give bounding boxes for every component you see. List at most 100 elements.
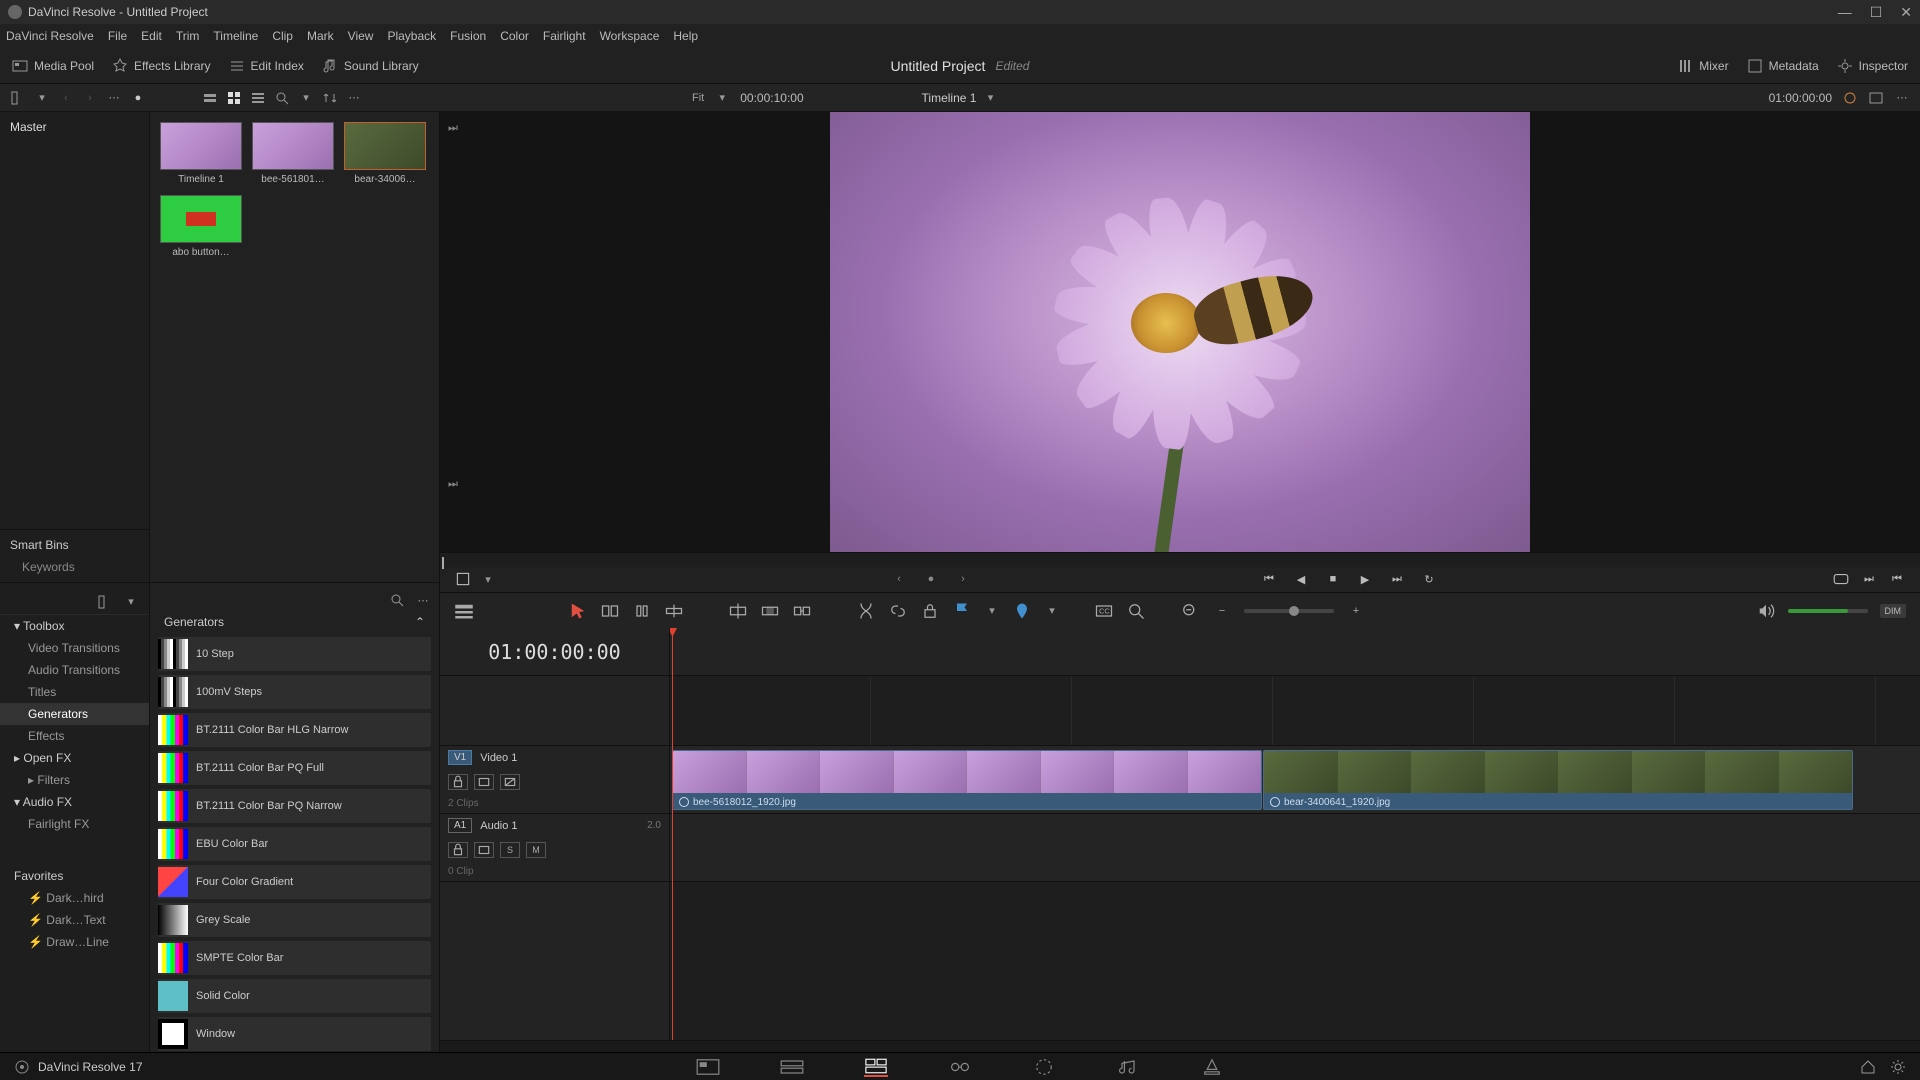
chevron-down-icon[interactable]: ▾ xyxy=(982,90,998,106)
generator-item[interactable]: 100mV Steps xyxy=(158,675,431,709)
generator-item[interactable]: Window xyxy=(158,1017,431,1051)
chevron-down-icon[interactable]: ▾ xyxy=(34,90,50,106)
find-icon[interactable] xyxy=(1126,601,1146,621)
timeline-tracks[interactable]: bee-5618012_1920.jpg bear-3400641_1920.j… xyxy=(670,628,1920,1040)
zoom-minus-icon[interactable]: − xyxy=(1212,601,1232,621)
project-settings-icon[interactable] xyxy=(1890,1059,1906,1075)
menu-edit[interactable]: Edit xyxy=(141,29,162,43)
viewer-canvas[interactable]: ⏭ xyxy=(440,112,1920,552)
audio-track-header[interactable]: A1Audio 12.0 S M 0 Clip xyxy=(440,814,669,882)
master-bin[interactable]: Master xyxy=(10,120,139,134)
fit-dropdown[interactable]: Fit xyxy=(692,92,704,104)
clip-thumb[interactable]: bee-561801… xyxy=(252,122,334,185)
menu-workspace[interactable]: Workspace xyxy=(600,29,660,43)
zoom-slider[interactable] xyxy=(1244,609,1334,613)
timeline-name[interactable]: Timeline 1 xyxy=(922,91,977,105)
v1-badge[interactable]: V1 xyxy=(448,750,472,765)
insert-clip-icon[interactable] xyxy=(728,601,748,621)
menu-file[interactable]: File xyxy=(108,29,127,43)
step-back-button[interactable]: ◀ xyxy=(1292,570,1310,588)
blade-all-icon[interactable] xyxy=(856,601,876,621)
menu-fairlight[interactable]: Fairlight xyxy=(543,29,586,43)
video-track-1[interactable]: bee-5618012_1920.jpg bear-3400641_1920.j… xyxy=(670,746,1920,814)
fx-list-title[interactable]: Generators⌃ xyxy=(158,611,431,633)
fx-cat-titles[interactable]: Titles xyxy=(0,681,149,703)
fairlight-page-icon[interactable] xyxy=(1116,1057,1140,1077)
chevron-down-icon[interactable]: ▾ xyxy=(984,603,1000,619)
loop-button[interactable]: ↻ xyxy=(1420,570,1438,588)
generator-item[interactable]: Four Color Gradient xyxy=(158,865,431,899)
menu-view[interactable]: View xyxy=(348,29,374,43)
fx-cat-openfx[interactable]: ▸ Open FX xyxy=(0,747,149,769)
skip-first-icon[interactable]: ⏭ xyxy=(448,122,462,136)
cut-page-icon[interactable] xyxy=(780,1057,804,1077)
fx-cat-audiofx[interactable]: ▾ Audio FX xyxy=(0,791,149,813)
timeline-scrollbar[interactable] xyxy=(440,1040,1920,1052)
chevron-down-icon[interactable]: ▾ xyxy=(123,594,139,610)
media-pool-tab[interactable]: Media Pool xyxy=(12,58,94,74)
chevron-down-icon[interactable]: ▾ xyxy=(480,571,496,587)
link-icon[interactable] xyxy=(888,601,908,621)
fx-fav-item[interactable]: ⚡ Dark…hird xyxy=(0,887,149,909)
a1-badge[interactable]: A1 xyxy=(448,818,472,833)
fx-cat-audio-transitions[interactable]: Audio Transitions xyxy=(0,659,149,681)
more-icon[interactable]: ⋯ xyxy=(106,90,122,106)
menu-timeline[interactable]: Timeline xyxy=(213,29,258,43)
generator-item[interactable]: EBU Color Bar xyxy=(158,827,431,861)
trim-tool-icon[interactable] xyxy=(600,601,620,621)
caption-icon[interactable]: CC xyxy=(1094,601,1114,621)
media-page-icon[interactable] xyxy=(696,1057,720,1077)
lock-icon[interactable] xyxy=(448,842,468,858)
clip-thumb[interactable]: bear-34006… xyxy=(344,122,426,185)
single-viewer-icon[interactable] xyxy=(1868,90,1884,106)
smart-bins-header[interactable]: Smart Bins xyxy=(10,538,139,552)
home-icon[interactable] xyxy=(1860,1059,1876,1075)
video-track-header[interactable]: V1Video 1 2 Clips xyxy=(440,746,669,814)
generator-item[interactable]: 10 Step xyxy=(158,637,431,671)
zoom-plus-icon[interactable]: + xyxy=(1346,601,1366,621)
next-clip-icon[interactable]: › xyxy=(954,570,972,588)
record-timecode[interactable]: 01:00:00:00 xyxy=(1769,91,1832,105)
chevron-down-icon[interactable]: ▾ xyxy=(1044,603,1060,619)
stop-button[interactable]: ■ xyxy=(1324,570,1342,588)
clip-thumb[interactable]: Timeline 1 xyxy=(160,122,242,185)
mute-button[interactable]: M xyxy=(526,842,546,858)
edit-index-tab[interactable]: Edit Index xyxy=(229,58,304,74)
bin-view-icon[interactable] xyxy=(10,90,26,106)
list-view-icon[interactable] xyxy=(250,90,266,106)
loop-icon[interactable] xyxy=(1842,90,1858,106)
fx-cat-effects[interactable]: Effects xyxy=(0,725,149,747)
edit-page-icon[interactable] xyxy=(864,1057,888,1077)
mixer-tab[interactable]: Mixer xyxy=(1677,58,1728,74)
smart-bin-keywords[interactable]: Keywords xyxy=(10,560,139,574)
effects-library-tab[interactable]: Effects Library xyxy=(112,58,210,74)
thumb-view-icon[interactable] xyxy=(226,90,242,106)
source-timecode[interactable]: 00:00:10:00 xyxy=(740,91,803,105)
marker-icon[interactable] xyxy=(1012,601,1032,621)
fx-cat-filters[interactable]: ▸ Filters xyxy=(0,769,149,791)
chevron-down-icon[interactable]: ▾ xyxy=(714,90,730,106)
flag-icon[interactable] xyxy=(952,601,972,621)
close-button[interactable]: ✕ xyxy=(1900,4,1912,21)
timeline-view-options-icon[interactable] xyxy=(454,601,474,621)
search-icon[interactable] xyxy=(274,90,290,106)
auto-select-icon[interactable] xyxy=(474,774,494,790)
timeline-ruler[interactable] xyxy=(670,628,1920,676)
overwrite-clip-icon[interactable] xyxy=(760,601,780,621)
nav-back-icon[interactable]: ‹ xyxy=(58,90,74,106)
record-icon[interactable]: ● xyxy=(130,90,146,106)
timeline-timecode[interactable]: 01:00:00:00 xyxy=(440,628,669,676)
menu-color[interactable]: Color xyxy=(500,29,529,43)
generator-item[interactable]: BT.2111 Color Bar HLG Narrow xyxy=(158,713,431,747)
skip-last-icon[interactable]: ⏭ xyxy=(448,478,462,492)
volume-icon[interactable] xyxy=(1756,601,1776,621)
menu-playback[interactable]: Playback xyxy=(387,29,436,43)
playhead[interactable] xyxy=(672,628,673,1040)
fx-cat-generators[interactable]: Generators xyxy=(0,703,149,725)
audio-track-1[interactable] xyxy=(670,814,1920,882)
generator-item[interactable]: SMPTE Color Bar xyxy=(158,941,431,975)
solo-button[interactable]: S xyxy=(500,842,520,858)
match-frame-icon[interactable] xyxy=(1832,570,1850,588)
lock-icon[interactable] xyxy=(920,601,940,621)
fx-cat-fairlightfx[interactable]: Fairlight FX xyxy=(0,813,149,835)
